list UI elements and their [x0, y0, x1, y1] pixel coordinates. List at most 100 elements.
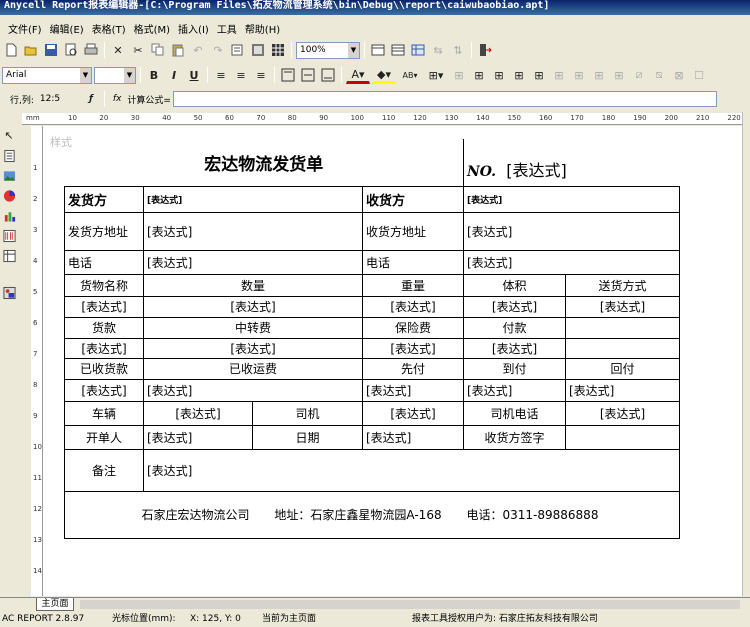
align-right-icon[interactable]: ≡	[252, 66, 270, 84]
border-all-icon[interactable]: ⊞	[450, 66, 468, 84]
exit-icon[interactable]	[476, 41, 494, 59]
sender-address-value[interactable]: [表达式]	[143, 211, 363, 251]
valign-top-icon[interactable]	[279, 66, 297, 84]
volume-value[interactable]: [表达式]	[463, 295, 566, 318]
return-pay-value[interactable]: [表达式]	[565, 378, 680, 402]
table-view-icon[interactable]	[389, 41, 407, 59]
horizontal-scrollbar[interactable]	[80, 600, 740, 609]
border-vline-icon[interactable]: ⊞	[610, 66, 628, 84]
valign-middle-icon[interactable]	[299, 66, 317, 84]
menu-help[interactable]: 帮助(H)	[241, 21, 284, 36]
receiver-address-label[interactable]: 收货方地址	[362, 211, 464, 251]
receiver-label[interactable]: 收货方	[362, 185, 464, 213]
sender-value[interactable]: [表达式]	[143, 185, 363, 213]
italic-button[interactable]: I	[165, 66, 183, 84]
subreport-icon[interactable]	[2, 248, 17, 263]
tab-main-page[interactable]: 主页面	[36, 598, 74, 611]
function-icon[interactable]: ƒ	[82, 90, 100, 108]
formula-input[interactable]	[172, 91, 717, 107]
text-box-icon[interactable]	[2, 148, 17, 163]
quantity-value[interactable]: [表达式]	[143, 295, 363, 318]
image-icon[interactable]	[2, 168, 17, 183]
sender-phone-label[interactable]: 电话	[64, 249, 144, 275]
font-size-select[interactable]: ▼	[94, 66, 136, 84]
vehicle-value[interactable]: [表达式]	[143, 400, 253, 426]
prepaid-value[interactable]: [表达式]	[362, 378, 464, 402]
valign-bottom-icon[interactable]	[319, 66, 337, 84]
paid-value[interactable]: [表达式]	[463, 337, 566, 359]
bar-chart-icon[interactable]	[2, 208, 17, 223]
menu-tools[interactable]: 工具	[213, 21, 241, 36]
delete-icon[interactable]: ✕	[109, 41, 127, 59]
split-cells-icon[interactable]: ⇅	[449, 41, 467, 59]
picture-frame-icon[interactable]	[2, 285, 17, 300]
receiver-phone-label[interactable]: 电话	[362, 249, 464, 275]
volume-label[interactable]: 体积	[463, 273, 566, 297]
border-outer-icon[interactable]: ⊞	[470, 66, 488, 84]
insurance-value[interactable]: [表达式]	[362, 337, 464, 359]
quantity-label[interactable]: 数量	[143, 273, 363, 297]
received-payment-value[interactable]: [表达式]	[64, 378, 144, 402]
driver-phone-value[interactable]: [表达式]	[565, 400, 680, 426]
pointer-icon[interactable]: ↖	[2, 128, 17, 143]
insert-table-icon[interactable]	[409, 41, 427, 59]
remark-value[interactable]: [表达式]	[143, 448, 680, 492]
footer-company[interactable]: 石家庄宏达物流公司	[64, 490, 253, 539]
sender-address-label[interactable]: 发货方地址	[64, 211, 144, 251]
pie-chart-icon[interactable]	[2, 188, 17, 203]
menu-table[interactable]: 表格(T)	[88, 21, 130, 36]
return-pay-label[interactable]: 回付	[565, 357, 680, 380]
diagonal-cross-icon[interactable]: ⊠	[670, 66, 688, 84]
font-name-select[interactable]: Arial ▼	[2, 66, 92, 84]
find-icon[interactable]	[229, 41, 247, 59]
border-inner-icon[interactable]: ⊞	[490, 66, 508, 84]
receiver-phone-value[interactable]: [表达式]	[463, 249, 680, 275]
grid-icon[interactable]	[269, 41, 287, 59]
date-value[interactable]: [表达式]	[362, 424, 464, 450]
undo-icon[interactable]: ↶	[189, 41, 207, 59]
received-freight-value[interactable]: [表达式]	[143, 378, 363, 402]
transfer-fee-label[interactable]: 中转费	[143, 316, 363, 339]
weight-value[interactable]: [表达式]	[362, 295, 464, 318]
on-arrival-label[interactable]: 到付	[463, 357, 566, 380]
transfer-fee-value[interactable]: [表达式]	[143, 337, 363, 359]
receiver-sign-label[interactable]: 收货方签字	[463, 424, 566, 450]
align-left-icon[interactable]: ≡	[212, 66, 230, 84]
paid-label[interactable]: 付款	[463, 316, 566, 339]
border-right-icon[interactable]: ⊞	[530, 66, 548, 84]
goods-name-value[interactable]: [表达式]	[64, 295, 144, 318]
insurance-label[interactable]: 保险费	[362, 316, 464, 339]
print-icon[interactable]	[82, 41, 100, 59]
zoom-select[interactable]: 100% ▼	[296, 41, 360, 59]
issuer-label[interactable]: 开单人	[64, 424, 144, 450]
page-view-icon[interactable]	[369, 41, 387, 59]
border-style-icon[interactable]: ⊞▾	[424, 66, 448, 84]
received-payment-label[interactable]: 已收货款	[64, 357, 144, 380]
paste-icon[interactable]	[169, 41, 187, 59]
driver-phone-label[interactable]: 司机电话	[463, 400, 566, 426]
bold-button[interactable]: B	[145, 66, 163, 84]
border-hline-icon[interactable]: ⊞	[590, 66, 608, 84]
date-label[interactable]: 日期	[252, 424, 363, 450]
save-icon[interactable]	[42, 41, 60, 59]
border-left-icon[interactable]: ⊞	[510, 66, 528, 84]
sender-label[interactable]: 发货方	[64, 185, 144, 213]
footer-address[interactable]: 地址：石家庄鑫星物流园A-168	[252, 490, 464, 539]
border-bottom-icon[interactable]: ⊞	[570, 66, 588, 84]
properties-icon[interactable]	[249, 41, 267, 59]
receiver-value[interactable]: [表达式]	[463, 185, 680, 213]
new-file-icon[interactable]	[2, 41, 20, 59]
receiver-sign-value[interactable]	[565, 424, 680, 450]
menu-insert[interactable]: 插入(I)	[174, 21, 213, 36]
sender-phone-value[interactable]: [表达式]	[143, 249, 363, 275]
align-center-icon[interactable]: ≡	[232, 66, 250, 84]
payment-label[interactable]: 货款	[64, 316, 144, 339]
diagonal-up-icon[interactable]: ⧅	[650, 66, 668, 84]
menu-edit[interactable]: 编辑(E)	[46, 21, 88, 36]
payment-value[interactable]: [表达式]	[64, 337, 144, 359]
report-canvas[interactable]: 样式 宏达物流发货单 NO. [表达式] 发货方 [表达式] 收货方 [表达式]…	[43, 126, 743, 596]
issuer-value[interactable]: [表达式]	[143, 424, 253, 450]
on-arrival-value[interactable]: [表达式]	[463, 378, 566, 402]
diagonal-down-icon[interactable]: ⧄	[630, 66, 648, 84]
font-color-icon[interactable]: A▾	[346, 66, 370, 84]
